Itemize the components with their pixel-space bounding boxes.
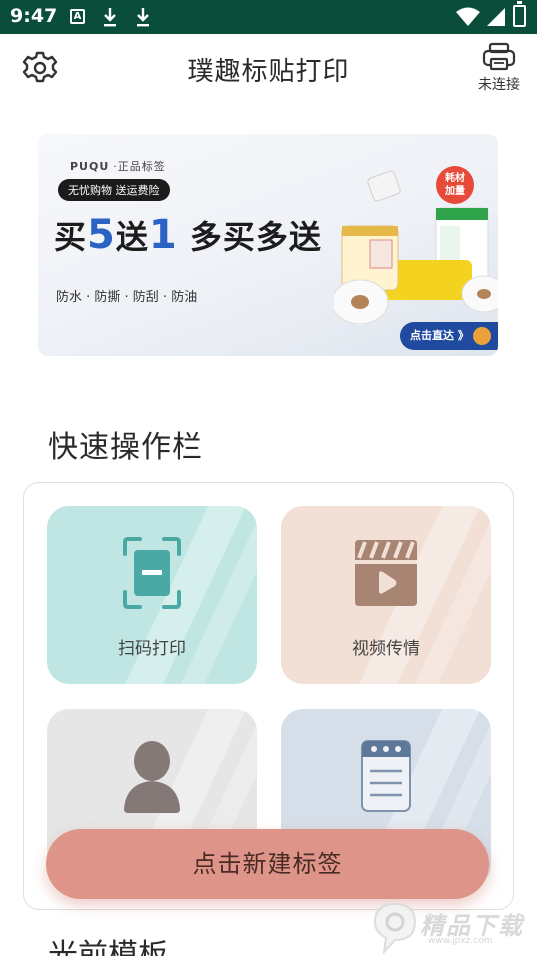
status-bar: 9:47 A [0, 0, 537, 34]
banner-features: 防水 · 防撕 · 防刮 · 防油 [56, 290, 198, 305]
headline-part: 送 [115, 218, 149, 256]
printer-status-label: 未连接 [478, 77, 520, 93]
arrow-icon [472, 327, 491, 345]
notes-icon [361, 740, 411, 812]
user-icon [124, 741, 180, 813]
headline-number: 5 [87, 212, 116, 258]
tile-label: 扫码打印 [118, 639, 186, 659]
cellular-icon [487, 8, 505, 26]
a-icon: A [70, 9, 85, 24]
banner-pill: 无忧购物 送运费险 [58, 179, 170, 201]
headline-number: 1 [148, 212, 178, 258]
scan-icon [123, 537, 181, 609]
promo-banner[interactable]: PUQU ·正品标签 无忧购物 送运费险 买5送1 多买多送 防水 · 防撕 · … [38, 134, 498, 356]
printer-icon [482, 42, 516, 71]
banner-cta[interactable]: 点击直达 》 [400, 322, 498, 350]
download-icon [104, 8, 116, 27]
headline-part: 多买多送 [177, 218, 322, 256]
headline-part: 买 [54, 218, 88, 256]
tile-scan-print[interactable]: 扫码打印 [47, 506, 257, 684]
wifi-icon [456, 7, 480, 26]
video-clapper-icon [355, 540, 417, 606]
banner-headline: 买5送1 多买多送 [54, 212, 322, 258]
watermark-logo-icon [373, 902, 417, 956]
banner-brand: PUQU ·正品标签 [70, 160, 166, 173]
status-time: 9:47 [10, 5, 58, 27]
quick-actions-title: 快速操作栏 [48, 430, 203, 465]
watermark-url: www.jpxz.com [428, 936, 493, 946]
next-section-title: 光前模板 [48, 938, 168, 956]
page-title: 璞趣标贴打印 [187, 57, 350, 87]
watermark: 精品下载 www.jpxz.com [370, 900, 535, 956]
new-label-button[interactable]: 点击新建标签 [46, 829, 489, 899]
battery-icon [513, 1, 526, 27]
tile-video-message[interactable]: 视频传情 [281, 506, 491, 684]
printer-connection-button[interactable]: 未连接 [468, 42, 530, 100]
banner-badge: 耗材 加量 [436, 166, 474, 204]
app-header: 璞趣标贴打印 未连接 [0, 34, 537, 106]
download-icon [137, 8, 149, 27]
tile-label: 视频传情 [352, 639, 420, 659]
